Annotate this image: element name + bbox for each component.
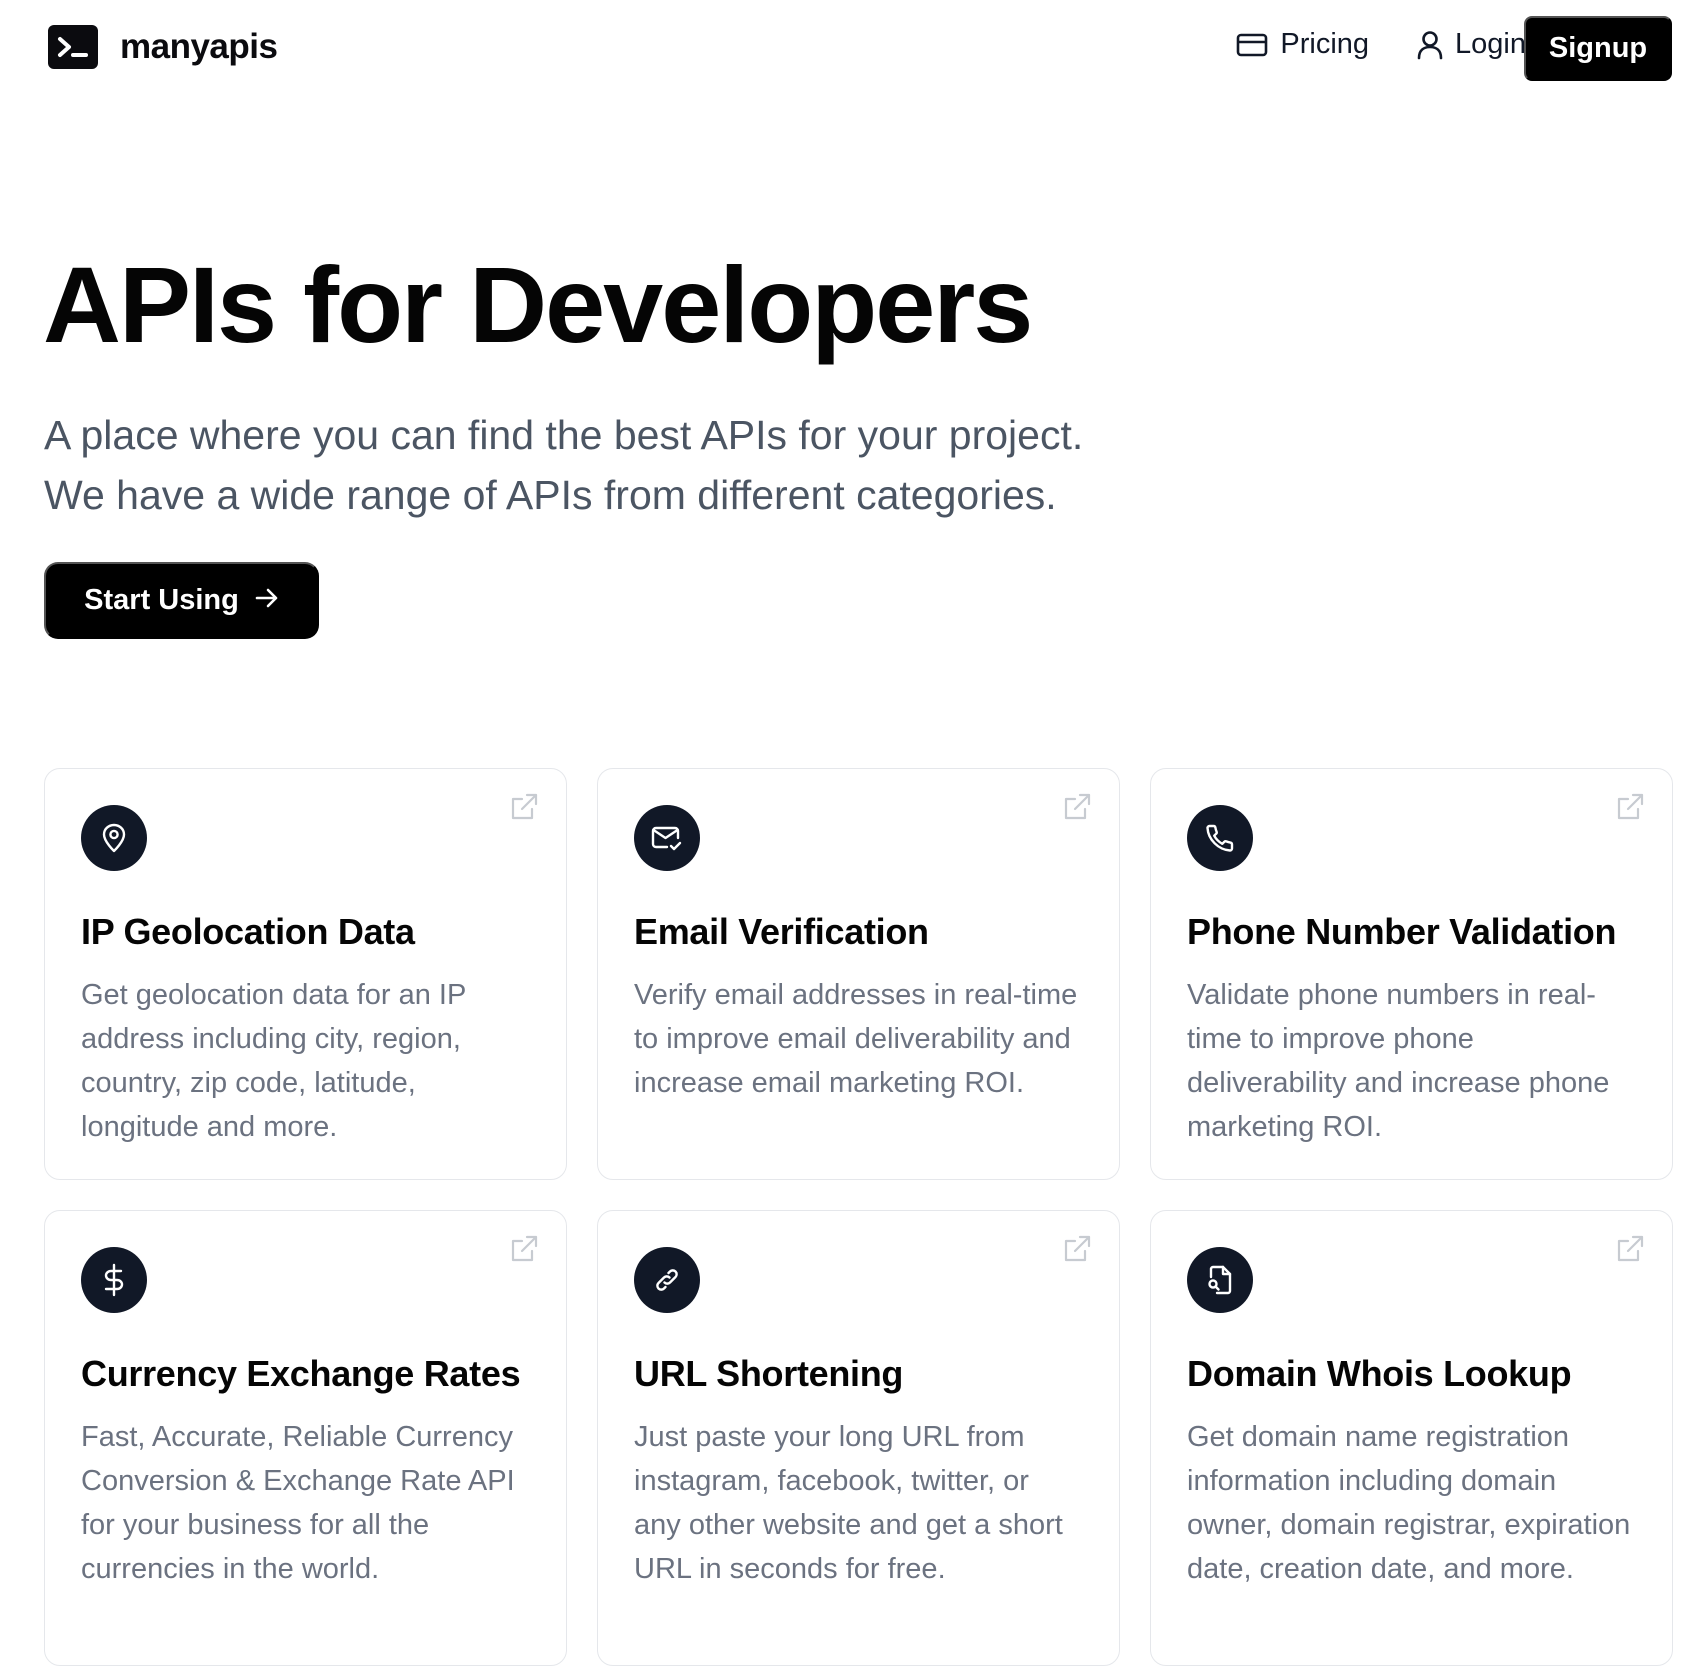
top-nav: manyapis Pricing Login Signup xyxy=(0,0,1696,98)
hero-subtitle-line-1: A place where you can find the best APIs… xyxy=(44,412,1084,458)
link-icon xyxy=(634,1247,700,1313)
card-title: URL Shortening xyxy=(634,1353,904,1394)
hero-subtitle-line-2: We have a wide range of APIs from differ… xyxy=(44,472,1057,518)
start-using-button[interactable]: Start Using xyxy=(44,562,319,639)
card-title: Email Verification xyxy=(634,911,929,952)
phone-icon xyxy=(1187,805,1253,871)
brand-name: manyapis xyxy=(120,27,278,66)
nav-pricing-label: Pricing xyxy=(1280,28,1370,60)
api-card-currency-exchange[interactable]: Currency Exchange Rates Fast, Accurate, … xyxy=(44,1210,567,1666)
card-description: Fast, Accurate, Reliable Currency Conver… xyxy=(81,1421,515,1585)
arrow-right-icon xyxy=(255,584,279,617)
card-title: IP Geolocation Data xyxy=(81,911,415,952)
external-link-icon[interactable] xyxy=(1061,1233,1093,1270)
nav-login-label: Login xyxy=(1455,28,1526,60)
card-description: Get geolocation data for an IP address i… xyxy=(81,979,466,1143)
start-using-label: Start Using xyxy=(84,584,239,616)
nav-login-link[interactable]: Login xyxy=(1417,28,1526,61)
api-card-phone-validation[interactable]: Phone Number Validation Validate phone n… xyxy=(1150,768,1673,1180)
card-description: Get domain name registration information… xyxy=(1187,1421,1631,1585)
api-card-url-shortening[interactable]: URL Shortening Just paste your long URL … xyxy=(597,1210,1120,1666)
brand[interactable]: manyapis xyxy=(48,25,278,69)
api-card-domain-whois[interactable]: Domain Whois Lookup Get domain name regi… xyxy=(1150,1210,1673,1666)
map-pin-icon xyxy=(81,805,147,871)
external-link-icon[interactable] xyxy=(508,791,540,828)
card-description: Verify email addresses in real-time to i… xyxy=(634,979,1078,1099)
external-link-icon[interactable] xyxy=(508,1233,540,1270)
user-icon xyxy=(1417,30,1443,60)
hero-subtitle: A place where you can find the best APIs… xyxy=(44,405,1244,525)
credit-card-icon xyxy=(1236,32,1268,58)
mail-check-icon xyxy=(634,805,700,871)
signup-button[interactable]: Signup xyxy=(1524,16,1672,81)
terminal-icon xyxy=(48,25,98,69)
api-card-grid: IP Geolocation Data Get geolocation data… xyxy=(44,768,1673,1666)
card-title: Domain Whois Lookup xyxy=(1187,1353,1572,1394)
card-title: Phone Number Validation xyxy=(1187,911,1617,952)
external-link-icon[interactable] xyxy=(1614,791,1646,828)
file-search-icon xyxy=(1187,1247,1253,1313)
nav-pricing-link[interactable]: Pricing xyxy=(1236,28,1369,61)
external-link-icon[interactable] xyxy=(1614,1233,1646,1270)
nav-links: Pricing Login xyxy=(1236,28,1526,61)
card-description: Just paste your long URL from instagram,… xyxy=(634,1421,1063,1585)
api-card-ip-geolocation[interactable]: IP Geolocation Data Get geolocation data… xyxy=(44,768,567,1180)
dollar-icon xyxy=(81,1247,147,1313)
api-card-email-verification[interactable]: Email Verification Verify email addresse… xyxy=(597,768,1120,1180)
external-link-icon[interactable] xyxy=(1061,791,1093,828)
card-title: Currency Exchange Rates xyxy=(81,1353,521,1394)
page-title: APIs for Developers xyxy=(43,244,1033,365)
card-description: Validate phone numbers in real-time to i… xyxy=(1187,979,1610,1143)
